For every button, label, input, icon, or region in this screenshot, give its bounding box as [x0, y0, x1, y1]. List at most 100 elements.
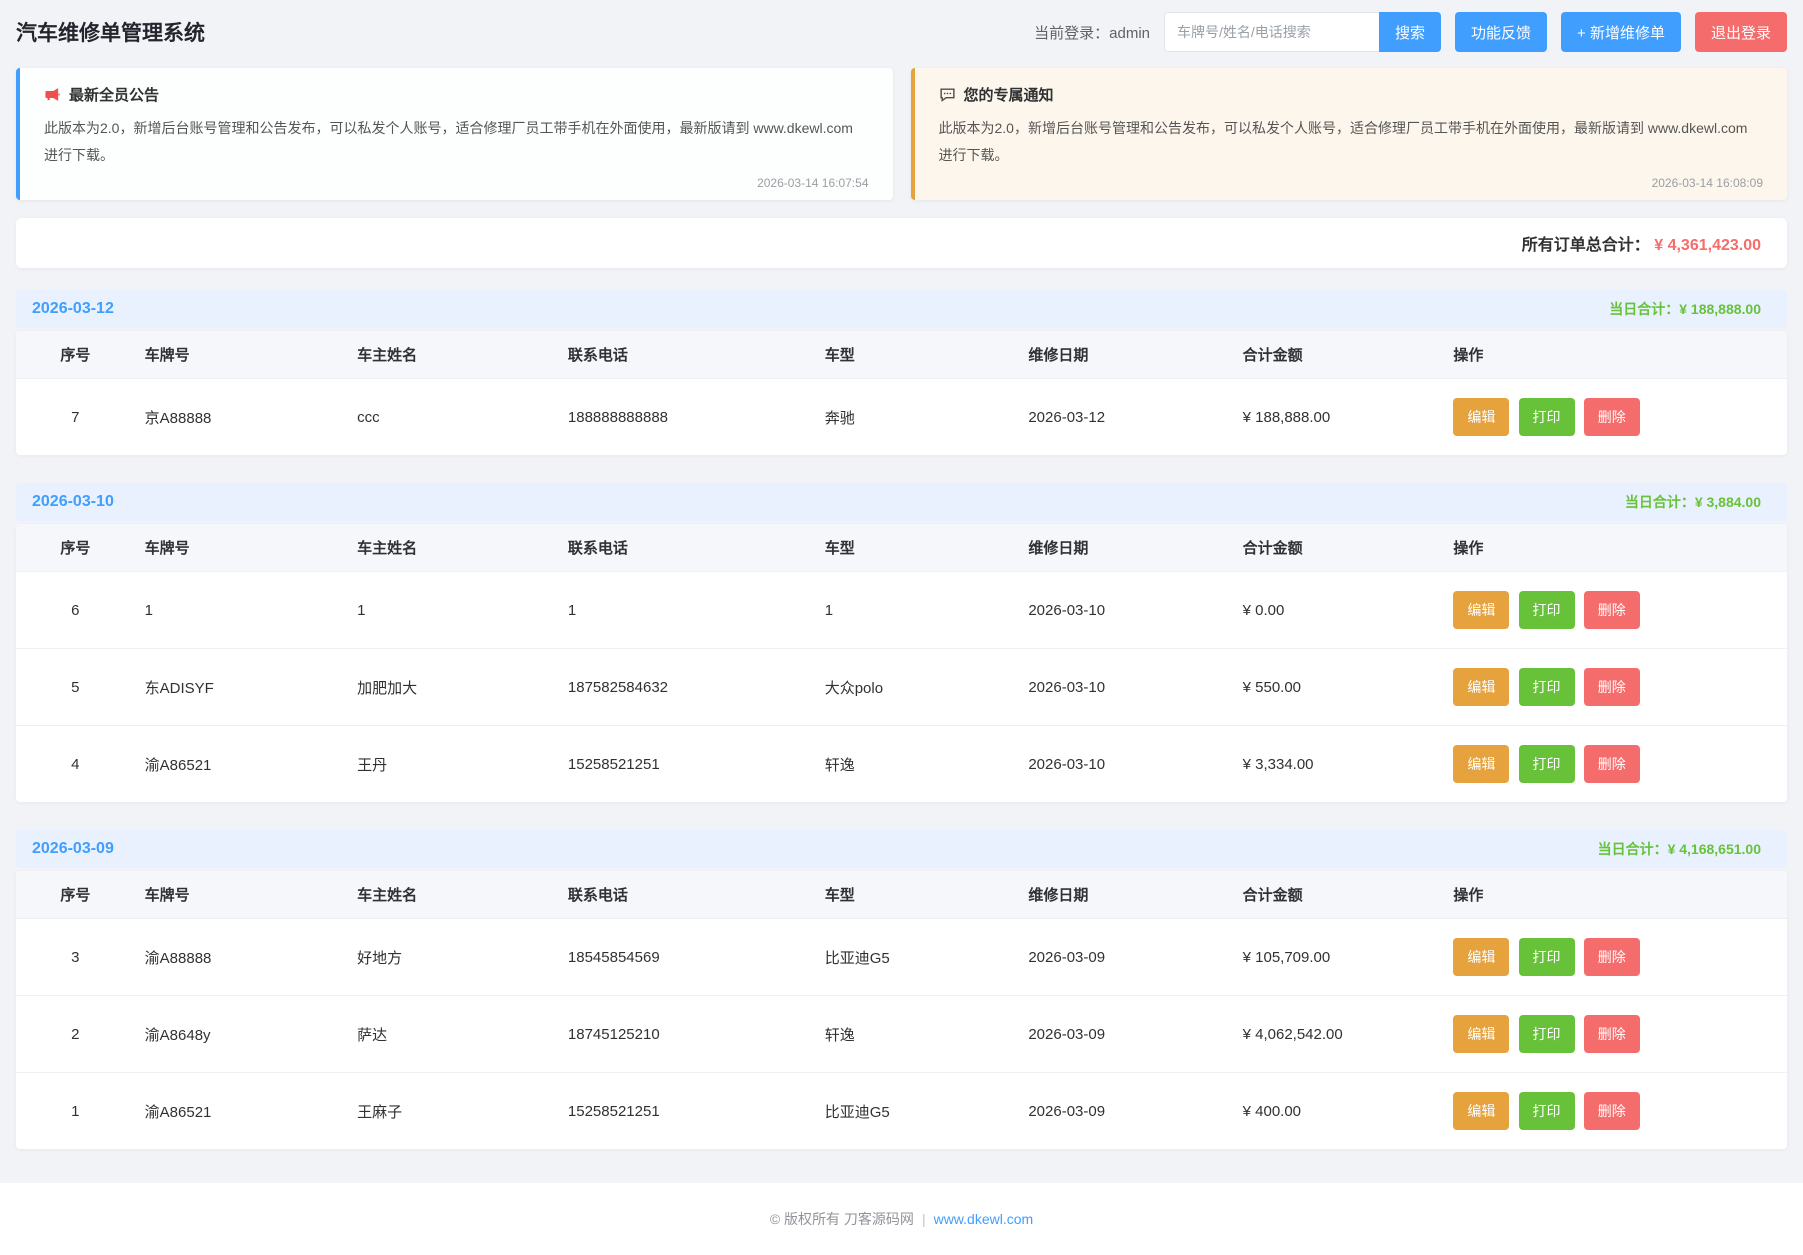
print-button[interactable]: 打印 — [1519, 398, 1575, 436]
column-header: 序号 — [16, 331, 135, 379]
cell-phone: 15258521251 — [558, 1073, 815, 1150]
cell-phone: 15258521251 — [558, 726, 815, 803]
megaphone-icon — [44, 86, 61, 103]
cell-repair-date: 2026-03-09 — [1018, 919, 1232, 996]
print-button[interactable]: 打印 — [1519, 668, 1575, 706]
column-header: 序号 — [16, 524, 135, 572]
table-header-row: 序号车牌号车主姓名联系电话车型维修日期合计金额操作 — [16, 331, 1787, 379]
cell-plate: 1 — [135, 572, 348, 649]
column-header: 合计金额 — [1233, 331, 1444, 379]
cell-phone: 187582584632 — [558, 649, 815, 726]
cell-amount: ¥ 550.00 — [1233, 649, 1444, 726]
table-row: 1 渝A86521 王麻子 15258521251 比亚迪G5 2026-03-… — [16, 1073, 1787, 1150]
delete-button[interactable]: 删除 — [1584, 668, 1640, 706]
personal-notice-time: 2026-03-14 16:08:09 — [939, 176, 1764, 190]
edit-button[interactable]: 编辑 — [1453, 1092, 1509, 1130]
cell-seq: 1 — [16, 1073, 135, 1150]
cell-seq: 3 — [16, 919, 135, 996]
row-actions: 编辑 打印 删除 — [1443, 919, 1787, 996]
cell-model: 轩逸 — [815, 726, 1019, 803]
print-button[interactable]: 打印 — [1519, 1092, 1575, 1130]
grand-total-bar: 所有订单总合计： ¥ 4,361,423.00 — [16, 218, 1787, 268]
cell-plate: 京A88888 — [135, 379, 348, 456]
orders-table-card: 序号车牌号车主姓名联系电话车型维修日期合计金额操作 3 渝A88888 好地方 … — [16, 871, 1787, 1149]
edit-button[interactable]: 编辑 — [1453, 938, 1509, 976]
delete-button[interactable]: 删除 — [1584, 938, 1640, 976]
orders-table: 序号车牌号车主姓名联系电话车型维修日期合计金额操作 7 京A88888 ccc … — [16, 331, 1787, 455]
column-header: 操作 — [1443, 871, 1787, 919]
edit-button[interactable]: 编辑 — [1453, 398, 1509, 436]
announcement-time: 2026-03-14 16:07:54 — [44, 176, 869, 190]
copyright-text: © 版权所有 刀客源码网 — [770, 1211, 914, 1227]
personal-notice-card: 您的专属通知 此版本为2.0，新增后台账号管理和公告发布，可以私发个人账号，适合… — [911, 68, 1788, 200]
cell-owner: 王麻子 — [347, 1073, 558, 1150]
print-button[interactable]: 打印 — [1519, 938, 1575, 976]
row-actions: 编辑 打印 删除 — [1443, 379, 1787, 456]
daily-total: 当日合计：¥ 4,168,651.00 — [1598, 839, 1761, 859]
delete-button[interactable]: 删除 — [1584, 1092, 1640, 1130]
column-header: 维修日期 — [1018, 871, 1232, 919]
edit-button[interactable]: 编辑 — [1453, 1015, 1509, 1053]
cell-repair-date: 2026-03-10 — [1018, 726, 1232, 803]
delete-button[interactable]: 删除 — [1584, 591, 1640, 629]
delete-button[interactable]: 删除 — [1584, 398, 1640, 436]
delete-button[interactable]: 删除 — [1584, 1015, 1640, 1053]
delete-button[interactable]: 删除 — [1584, 745, 1640, 783]
grand-total-label: 所有订单总合计： — [1522, 237, 1650, 254]
column-header: 操作 — [1443, 331, 1787, 379]
cell-phone: 188888888888 — [558, 379, 815, 456]
edit-button[interactable]: 编辑 — [1453, 668, 1509, 706]
personal-notice-body: 此版本为2.0，新增后台账号管理和公告发布，可以私发个人账号，适合修理厂员工带手… — [939, 115, 1764, 168]
cell-amount: ¥ 0.00 — [1233, 572, 1444, 649]
footer-link[interactable]: www.dkewl.com — [934, 1211, 1034, 1227]
cell-model: 1 — [815, 572, 1019, 649]
row-actions: 编辑 打印 删除 — [1443, 1073, 1787, 1150]
cell-owner: 好地方 — [347, 919, 558, 996]
cell-seq: 4 — [16, 726, 135, 803]
search-button[interactable]: 搜索 — [1379, 12, 1441, 52]
print-button[interactable]: 打印 — [1519, 745, 1575, 783]
footer-separator: | — [922, 1211, 926, 1227]
orders-table-card: 序号车牌号车主姓名联系电话车型维修日期合计金额操作 6 1 1 1 1 2026… — [16, 524, 1787, 802]
add-repair-order-button[interactable]: + 新增维修单 — [1561, 12, 1681, 52]
column-header: 合计金额 — [1233, 524, 1444, 572]
column-header: 车型 — [815, 871, 1019, 919]
section-date: 2026-03-09 — [32, 840, 114, 858]
cell-amount: ¥ 400.00 — [1233, 1073, 1444, 1150]
column-header: 车型 — [815, 524, 1019, 572]
print-button[interactable]: 打印 — [1519, 591, 1575, 629]
row-actions: 编辑 打印 删除 — [1443, 996, 1787, 1073]
announcement-title: 最新全员公告 — [69, 84, 159, 105]
orders-table: 序号车牌号车主姓名联系电话车型维修日期合计金额操作 3 渝A88888 好地方 … — [16, 871, 1787, 1149]
logout-button[interactable]: 退出登录 — [1695, 12, 1787, 52]
orders-table-card: 序号车牌号车主姓名联系电话车型维修日期合计金额操作 7 京A88888 ccc … — [16, 331, 1787, 455]
edit-button[interactable]: 编辑 — [1453, 591, 1509, 629]
table-header-row: 序号车牌号车主姓名联系电话车型维修日期合计金额操作 — [16, 524, 1787, 572]
day-section: 2026-03-09 当日合计：¥ 4,168,651.00 序号车牌号车主姓名… — [16, 830, 1787, 1149]
cell-owner: ccc — [347, 379, 558, 456]
column-header: 车牌号 — [135, 524, 348, 572]
personal-notice-title: 您的专属通知 — [964, 84, 1054, 105]
row-actions: 编辑 打印 删除 — [1443, 649, 1787, 726]
column-header: 维修日期 — [1018, 524, 1232, 572]
print-button[interactable]: 打印 — [1519, 1015, 1575, 1053]
cell-model: 比亚迪G5 — [815, 1073, 1019, 1150]
search-group: 搜索 — [1164, 12, 1441, 52]
column-header: 车型 — [815, 331, 1019, 379]
table-row: 2 渝A8648y 萨达 18745125210 轩逸 2026-03-09 ¥… — [16, 996, 1787, 1073]
cell-phone: 18545854569 — [558, 919, 815, 996]
current-login: 当前登录：admin — [1034, 22, 1150, 43]
table-header-row: 序号车牌号车主姓名联系电话车型维修日期合计金额操作 — [16, 871, 1787, 919]
cell-plate: 东ADISYF — [135, 649, 348, 726]
personal-notice-title-row: 您的专属通知 — [939, 84, 1764, 105]
column-header: 联系电话 — [558, 871, 815, 919]
search-input[interactable] — [1164, 12, 1379, 52]
topbar: 汽车维修单管理系统 当前登录：admin 搜索 功能反馈 + 新增维修单 退出登… — [0, 0, 1803, 64]
table-row: 3 渝A88888 好地方 18545854569 比亚迪G5 2026-03-… — [16, 919, 1787, 996]
cell-repair-date: 2026-03-09 — [1018, 1073, 1232, 1150]
daily-total: 当日合计：¥ 188,888.00 — [1609, 299, 1761, 319]
feedback-button[interactable]: 功能反馈 — [1455, 12, 1547, 52]
edit-button[interactable]: 编辑 — [1453, 745, 1509, 783]
cell-plate: 渝A86521 — [135, 1073, 348, 1150]
cell-plate: 渝A8648y — [135, 996, 348, 1073]
